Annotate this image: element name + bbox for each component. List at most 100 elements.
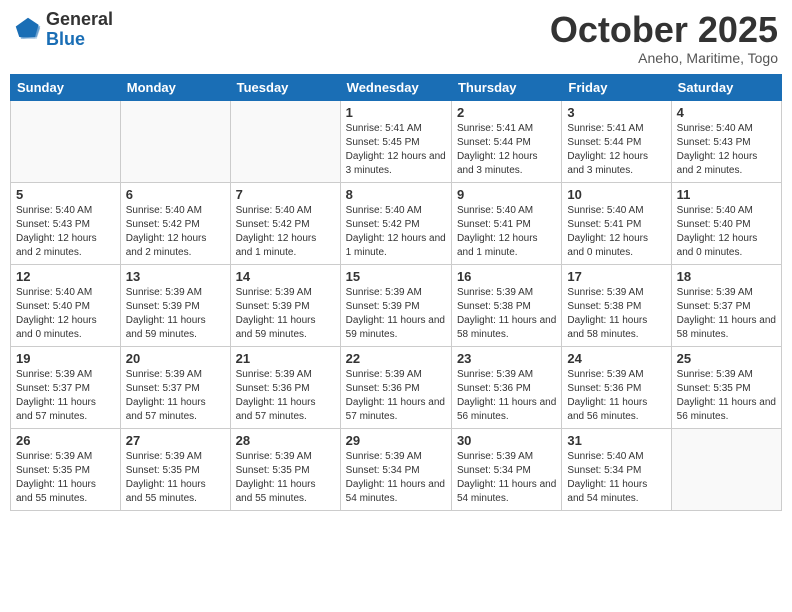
day-info: Sunrise: 5:40 AM Sunset: 5:42 PM Dayligh… bbox=[126, 204, 225, 260]
table-row: 15 Sunrise: 5:39 AM Sunset: 5:39 PM Dayli… bbox=[340, 264, 451, 346]
day-info: Sunrise: 5:39 AM Sunset: 5:37 PM Dayligh… bbox=[16, 368, 115, 424]
table-row: 31 Sunrise: 5:40 AM Sunset: 5:34 PM Dayli… bbox=[562, 428, 671, 510]
day-number: 14 bbox=[236, 269, 335, 284]
col-friday: Friday bbox=[562, 74, 671, 100]
day-info: Sunrise: 5:40 AM Sunset: 5:43 PM Dayligh… bbox=[16, 204, 115, 260]
logo-text: General Blue bbox=[46, 10, 113, 50]
day-number: 16 bbox=[457, 269, 556, 284]
day-number: 22 bbox=[346, 351, 446, 366]
table-row: 28 Sunrise: 5:39 AM Sunset: 5:35 PM Dayli… bbox=[230, 428, 340, 510]
table-row: 3 Sunrise: 5:41 AM Sunset: 5:44 PM Daylig… bbox=[562, 100, 671, 182]
day-number: 29 bbox=[346, 433, 446, 448]
table-row: 18 Sunrise: 5:39 AM Sunset: 5:37 PM Dayli… bbox=[671, 264, 781, 346]
table-row: 5Sunrise: 5:40 AM Sunset: 5:43 PM Daylig… bbox=[11, 182, 121, 264]
table-row: 19 Sunrise: 5:39 AM Sunset: 5:37 PM Dayli… bbox=[11, 346, 121, 428]
table-row: 2 Sunrise: 5:41 AM Sunset: 5:44 PM Daylig… bbox=[451, 100, 561, 182]
table-row: 21 Sunrise: 5:39 AM Sunset: 5:36 PM Dayli… bbox=[230, 346, 340, 428]
col-monday: Monday bbox=[120, 74, 230, 100]
day-number: 23 bbox=[457, 351, 556, 366]
day-info: Sunrise: 5:41 AM Sunset: 5:44 PM Dayligh… bbox=[567, 122, 665, 178]
page-header: General Blue October 2025 Aneho, Maritim… bbox=[10, 10, 782, 66]
day-number: 10 bbox=[567, 187, 665, 202]
logo-blue: Blue bbox=[46, 30, 113, 50]
calendar-week-row: 1Sunrise: 5:41 AM Sunset: 5:45 PM Daylig… bbox=[11, 100, 782, 182]
day-number: 31 bbox=[567, 433, 665, 448]
day-info: Sunrise: 5:40 AM Sunset: 5:34 PM Dayligh… bbox=[567, 450, 665, 506]
table-row bbox=[11, 100, 121, 182]
day-number: 4 bbox=[677, 105, 776, 120]
day-info: Sunrise: 5:39 AM Sunset: 5:39 PM Dayligh… bbox=[236, 286, 335, 342]
day-number: 18 bbox=[677, 269, 776, 284]
table-row: 26 Sunrise: 5:39 AM Sunset: 5:35 PM Dayli… bbox=[11, 428, 121, 510]
day-info: Sunrise: 5:40 AM Sunset: 5:40 PM Dayligh… bbox=[677, 204, 776, 260]
day-number: 15 bbox=[346, 269, 446, 284]
calendar-week-row: 12 Sunrise: 5:40 AM Sunset: 5:40 PM Dayli… bbox=[11, 264, 782, 346]
calendar-header-row: Sunday Monday Tuesday Wednesday Thursday… bbox=[11, 74, 782, 100]
day-number: 3 bbox=[567, 105, 665, 120]
logo-general: General bbox=[46, 10, 113, 30]
table-row: 11Sunrise: 5:40 AM Sunset: 5:40 PM Dayli… bbox=[671, 182, 781, 264]
calendar-week-row: 19 Sunrise: 5:39 AM Sunset: 5:37 PM Dayli… bbox=[11, 346, 782, 428]
day-number: 19 bbox=[16, 351, 115, 366]
table-row: 6 Sunrise: 5:40 AM Sunset: 5:42 PM Daylig… bbox=[120, 182, 230, 264]
day-info: Sunrise: 5:41 AM Sunset: 5:44 PM Dayligh… bbox=[457, 122, 556, 178]
day-number: 24 bbox=[567, 351, 665, 366]
day-info: Sunrise: 5:39 AM Sunset: 5:39 PM Dayligh… bbox=[346, 286, 446, 342]
day-info: Sunrise: 5:39 AM Sunset: 5:37 PM Dayligh… bbox=[126, 368, 225, 424]
day-info: Sunrise: 5:40 AM Sunset: 5:40 PM Dayligh… bbox=[16, 286, 115, 342]
table-row: 25 Sunrise: 5:39 AM Sunset: 5:35 PM Dayli… bbox=[671, 346, 781, 428]
day-number: 12 bbox=[16, 269, 115, 284]
logo: General Blue bbox=[14, 10, 113, 50]
table-row bbox=[671, 428, 781, 510]
table-row: 17Sunrise: 5:39 AM Sunset: 5:38 PM Dayli… bbox=[562, 264, 671, 346]
table-row: 22 Sunrise: 5:39 AM Sunset: 5:36 PM Dayli… bbox=[340, 346, 451, 428]
day-number: 27 bbox=[126, 433, 225, 448]
day-number: 25 bbox=[677, 351, 776, 366]
day-info: Sunrise: 5:39 AM Sunset: 5:38 PM Dayligh… bbox=[567, 286, 665, 342]
table-row: 16 Sunrise: 5:39 AM Sunset: 5:38 PM Dayli… bbox=[451, 264, 561, 346]
day-number: 7 bbox=[236, 187, 335, 202]
table-row bbox=[230, 100, 340, 182]
table-row: 20Sunrise: 5:39 AM Sunset: 5:37 PM Dayli… bbox=[120, 346, 230, 428]
table-row: 23 Sunrise: 5:39 AM Sunset: 5:36 PM Dayli… bbox=[451, 346, 561, 428]
day-info: Sunrise: 5:39 AM Sunset: 5:37 PM Dayligh… bbox=[677, 286, 776, 342]
month-title: October 2025 bbox=[550, 10, 778, 50]
day-info: Sunrise: 5:39 AM Sunset: 5:36 PM Dayligh… bbox=[236, 368, 335, 424]
col-wednesday: Wednesday bbox=[340, 74, 451, 100]
day-info: Sunrise: 5:40 AM Sunset: 5:42 PM Dayligh… bbox=[346, 204, 446, 260]
day-info: Sunrise: 5:39 AM Sunset: 5:34 PM Dayligh… bbox=[457, 450, 556, 506]
calendar-table: Sunday Monday Tuesday Wednesday Thursday… bbox=[10, 74, 782, 511]
day-info: Sunrise: 5:39 AM Sunset: 5:35 PM Dayligh… bbox=[16, 450, 115, 506]
table-row: 27 Sunrise: 5:39 AM Sunset: 5:35 PM Dayli… bbox=[120, 428, 230, 510]
day-info: Sunrise: 5:39 AM Sunset: 5:35 PM Dayligh… bbox=[236, 450, 335, 506]
table-row: 10Sunrise: 5:40 AM Sunset: 5:41 PM Dayli… bbox=[562, 182, 671, 264]
day-info: Sunrise: 5:40 AM Sunset: 5:43 PM Dayligh… bbox=[677, 122, 776, 178]
day-number: 2 bbox=[457, 105, 556, 120]
table-row: 4 Sunrise: 5:40 AM Sunset: 5:43 PM Daylig… bbox=[671, 100, 781, 182]
day-info: Sunrise: 5:39 AM Sunset: 5:36 PM Dayligh… bbox=[457, 368, 556, 424]
day-number: 9 bbox=[457, 187, 556, 202]
day-info: Sunrise: 5:39 AM Sunset: 5:36 PM Dayligh… bbox=[346, 368, 446, 424]
day-info: Sunrise: 5:39 AM Sunset: 5:34 PM Dayligh… bbox=[346, 450, 446, 506]
day-info: Sunrise: 5:39 AM Sunset: 5:35 PM Dayligh… bbox=[126, 450, 225, 506]
table-row bbox=[120, 100, 230, 182]
calendar-week-row: 26 Sunrise: 5:39 AM Sunset: 5:35 PM Dayli… bbox=[11, 428, 782, 510]
day-info: Sunrise: 5:40 AM Sunset: 5:42 PM Dayligh… bbox=[236, 204, 335, 260]
col-tuesday: Tuesday bbox=[230, 74, 340, 100]
day-info: Sunrise: 5:39 AM Sunset: 5:35 PM Dayligh… bbox=[677, 368, 776, 424]
day-info: Sunrise: 5:39 AM Sunset: 5:36 PM Dayligh… bbox=[567, 368, 665, 424]
day-info: Sunrise: 5:40 AM Sunset: 5:41 PM Dayligh… bbox=[457, 204, 556, 260]
day-number: 6 bbox=[126, 187, 225, 202]
day-number: 8 bbox=[346, 187, 446, 202]
table-row: 8 Sunrise: 5:40 AM Sunset: 5:42 PM Daylig… bbox=[340, 182, 451, 264]
table-row: 29 Sunrise: 5:39 AM Sunset: 5:34 PM Dayli… bbox=[340, 428, 451, 510]
day-number: 28 bbox=[236, 433, 335, 448]
table-row: 13Sunrise: 5:39 AM Sunset: 5:39 PM Dayli… bbox=[120, 264, 230, 346]
day-info: Sunrise: 5:39 AM Sunset: 5:38 PM Dayligh… bbox=[457, 286, 556, 342]
day-number: 26 bbox=[16, 433, 115, 448]
day-number: 21 bbox=[236, 351, 335, 366]
col-sunday: Sunday bbox=[11, 74, 121, 100]
table-row: 7 Sunrise: 5:40 AM Sunset: 5:42 PM Daylig… bbox=[230, 182, 340, 264]
table-row: 1Sunrise: 5:41 AM Sunset: 5:45 PM Daylig… bbox=[340, 100, 451, 182]
day-number: 1 bbox=[346, 105, 446, 120]
